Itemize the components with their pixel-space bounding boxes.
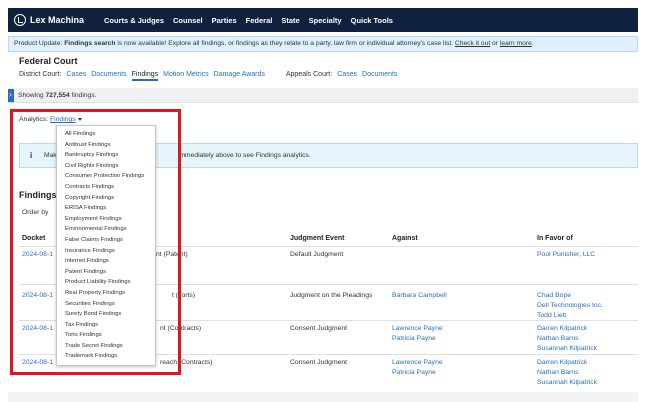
table-row-favor[interactable]: Chad Bope (537, 291, 571, 302)
column-header-judgment-event[interactable]: Judgment Event (290, 235, 344, 242)
tab-district-motion-metrics[interactable]: Motion Metrics (163, 71, 209, 81)
count-value: 727,554 (45, 92, 70, 99)
nav-item-parties[interactable]: Parties (212, 16, 237, 25)
tab-appeals-documents[interactable]: Documents (362, 71, 397, 81)
table-row-against[interactable]: Lawrence Payne (392, 324, 443, 335)
table-bottom-strip (8, 392, 638, 402)
banner-end: . (531, 40, 534, 47)
table-row-event: Judgment on the Pleadings (290, 292, 373, 299)
banner-prefix: Product Update: (14, 40, 65, 47)
tab-district-damage-awards[interactable]: Damage Awards (214, 71, 265, 81)
table-row-favor[interactable]: Pool Punisher, LLC (537, 250, 595, 261)
brand-name: Lex Machina (30, 15, 85, 25)
column-header-in-favor-of[interactable]: In Favor of (537, 235, 573, 242)
results-count-bar: Showing 727,554 findings. (8, 88, 638, 103)
banner-text: is now available! Explore all findings, … (115, 40, 455, 47)
court-tabs: District Court: Cases Documents Findings… (19, 71, 402, 81)
top-nav: Lex Machina Courts & Judges Counsel Part… (8, 8, 638, 32)
table-row-favor[interactable]: Nathan Barns (537, 368, 579, 379)
nav-item-counsel[interactable]: Counsel (173, 16, 203, 25)
info-text-right: immediately above to see Findings analyt… (178, 152, 311, 159)
product-update-banner: Product Update: Findings search is now a… (8, 36, 638, 52)
table-row-favor[interactable]: Dell Technologies Inc. (537, 301, 603, 312)
tab-district-documents[interactable]: Documents (91, 71, 126, 81)
nav-item-quick-tools[interactable]: Quick Tools (351, 16, 393, 25)
column-header-against[interactable]: Against (392, 235, 418, 242)
table-row-favor[interactable]: Darren Kilpatrick (537, 358, 587, 369)
tab-district-cases[interactable]: Cases (66, 71, 86, 81)
expand-sidebar-icon[interactable] (8, 89, 14, 102)
banner-or: or (490, 40, 500, 47)
count-suffix: findings. (69, 92, 97, 99)
table-row-event: Consent Judgment (290, 359, 348, 366)
page-title: Federal Court (19, 56, 78, 66)
table-row-favor[interactable]: Nathan Barns (537, 334, 579, 345)
table-row-against[interactable]: Patricia Payne (392, 334, 436, 345)
nav-item-federal[interactable]: Federal (246, 16, 273, 25)
table-row-favor[interactable]: Susannah Kilpatrick (537, 344, 597, 355)
banner-check-it-out-link[interactable]: Check it out (455, 40, 490, 47)
highlight-annotation-box (10, 109, 181, 375)
table-row-event: Consent Judgment (290, 325, 348, 332)
appeals-court-label: Appeals Court: (285, 71, 333, 78)
table-row-event: Default Judgment (290, 251, 344, 258)
table-row-against[interactable]: Patricia Payne (392, 368, 436, 379)
table-row-favor[interactable]: Darren Kilpatrick (537, 324, 587, 335)
nav-item-specialty[interactable]: Specialty (309, 16, 342, 25)
tab-district-findings[interactable]: Findings (131, 71, 159, 81)
brand-logo[interactable]: Lex Machina (8, 14, 104, 26)
table-row-favor[interactable]: Susannah Kilpatrick (537, 378, 597, 389)
count-prefix: Showing (18, 92, 46, 99)
table-row-against[interactable]: Barbara Campbell (392, 291, 447, 302)
table-row-against[interactable]: Lawrence Payne (392, 358, 443, 369)
nav-item-state[interactable]: State (281, 16, 299, 25)
banner-feature: Findings search (64, 40, 116, 47)
nav-item-courts-judges[interactable]: Courts & Judges (104, 16, 164, 25)
district-court-label: District Court: (19, 71, 62, 78)
logo-icon (14, 14, 26, 26)
banner-learn-more-link[interactable]: learn more (500, 40, 532, 47)
tab-appeals-cases[interactable]: Cases (337, 71, 357, 81)
